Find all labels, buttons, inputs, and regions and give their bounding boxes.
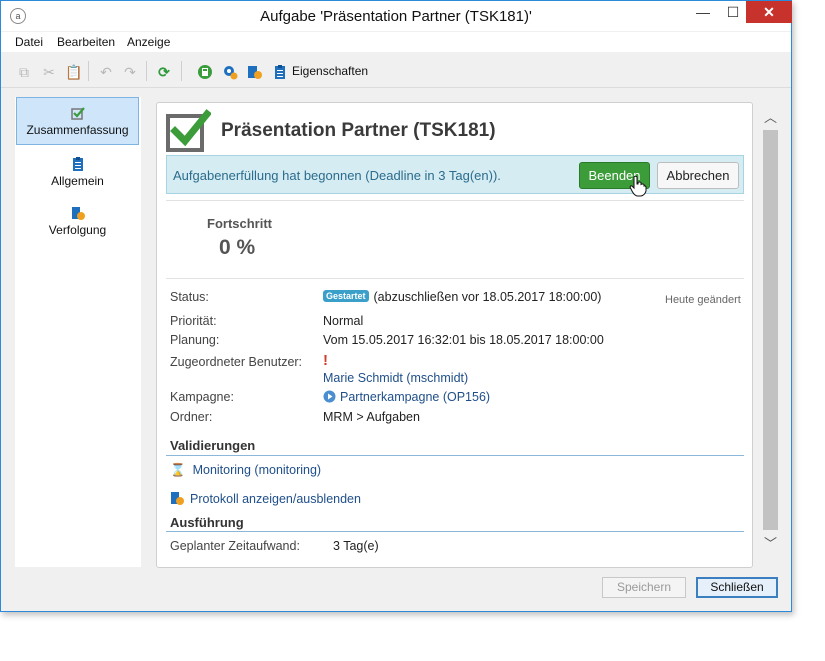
folder-value: MRM > Aufgaben <box>323 410 420 424</box>
toolbar-separator <box>88 61 89 81</box>
close-button[interactable]: Schließen <box>696 577 778 598</box>
close-window-button[interactable]: ✕ <box>746 1 792 23</box>
divider <box>166 278 744 279</box>
status-badge: Gestartet <box>323 290 369 302</box>
undo-icon[interactable]: ↶ <box>98 64 114 80</box>
task-done-check-icon <box>166 109 211 152</box>
window-title: Aufgabe 'Präsentation Partner (TSK181)' <box>260 8 532 25</box>
cut-icon[interactable]: ✂ <box>41 64 57 80</box>
redo-icon[interactable]: ↷ <box>122 64 138 80</box>
title-bar: a Aufgabe 'Präsentation Partner (TSK181)… <box>1 1 792 31</box>
cancel-button[interactable]: Abbrechen <box>657 162 739 189</box>
monitoring-link[interactable]: Monitoring (monitoring) <box>193 463 322 477</box>
tracking-icon <box>71 206 85 220</box>
properties-button[interactable]: Eigenschaften <box>292 64 368 78</box>
validations-heading: Validierungen <box>170 438 256 453</box>
execution-heading: Ausführung <box>170 515 244 530</box>
nav-item-zusammenfassung[interactable]: Zusammenfassung <box>16 97 139 145</box>
status-deadline: (abzuschließen vor 18.05.2017 18:00:00) <box>373 290 602 304</box>
tracking-icon <box>171 492 184 505</box>
folder-label: Ordner: <box>170 410 213 424</box>
campaign-row: Partnerkampagne (OP156) <box>323 390 490 404</box>
task-window: a Aufgabe 'Präsentation Partner (TSK181)… <box>0 0 792 612</box>
assignee-link[interactable]: Marie Schmidt (mschmidt) <box>323 371 468 385</box>
effort-value: 3 Tag(e) <box>333 539 379 553</box>
paste-icon[interactable]: 📋 <box>65 64 82 80</box>
log-toggle-link[interactable]: Protokoll anzeigen/ausblenden <box>190 492 361 506</box>
refresh-icon[interactable]: ⟳ <box>156 64 172 80</box>
section-divider <box>166 455 744 456</box>
maximize-button[interactable]: ☐ <box>718 1 748 23</box>
summary-panel: Präsentation Partner (TSK181) Aufgabener… <box>156 102 753 568</box>
scroll-down-icon[interactable]: ﹀ <box>762 536 779 552</box>
nav-label: Zusammenfassung <box>26 123 129 137</box>
validation-row: ⌛ Monitoring (monitoring) <box>170 463 321 478</box>
copy-icon[interactable]: ⧉ <box>16 64 32 80</box>
nav-item-verfolgung[interactable]: Verfolgung <box>16 198 139 246</box>
calculator-icon[interactable] <box>197 64 213 80</box>
assignee-label: Zugeordneter Benutzer: <box>170 355 303 369</box>
campaign-play-icon <box>323 390 336 403</box>
status-banner: Aufgabenerfüllung hat begonnen (Deadline… <box>166 155 744 197</box>
divider <box>166 200 744 201</box>
menu-bearbeiten[interactable]: Bearbeiten <box>57 35 115 49</box>
campaign-link[interactable]: Partnerkampagne (OP156) <box>340 390 490 404</box>
summary-check-icon <box>70 106 85 120</box>
menu-datei[interactable]: Datei <box>15 35 43 49</box>
menu-bar: Datei Bearbeiten Anzeige <box>1 32 791 52</box>
effort-label: Geplanter Zeitaufwand: <box>170 539 300 553</box>
clipboard-icon[interactable] <box>272 64 288 80</box>
planning-value: Vom 15.05.2017 16:32:01 bis 18.05.2017 1… <box>323 333 604 347</box>
menu-anzeige[interactable]: Anzeige <box>127 35 170 49</box>
toolbar: ⧉ ✂ 📋 ↶ ↷ ⟳ Eigenschaften <box>1 55 791 88</box>
planning-label: Planung: <box>170 333 220 347</box>
progress-label: Fortschritt <box>207 216 272 231</box>
scroll-up-icon[interactable]: ︿ <box>762 110 779 126</box>
progress-value: 0 % <box>219 236 256 259</box>
toolbar-separator <box>146 61 147 81</box>
priority-value: Normal <box>323 314 364 328</box>
changed-text: Heute geändert <box>665 294 741 306</box>
vertical-scrollbar[interactable]: ︿ ﹀ <box>762 98 779 566</box>
settings-icon[interactable] <box>222 64 238 80</box>
nav-label: Verfolgung <box>48 223 107 237</box>
minimize-button[interactable]: — <box>688 1 718 23</box>
hourglass-icon: ⌛ <box>170 463 186 477</box>
nav-label: Allgemein <box>51 174 104 188</box>
nav-item-allgemein[interactable]: Allgemein <box>16 149 139 197</box>
campaign-label: Kampagne: <box>170 390 234 404</box>
save-button[interactable]: Speichern <box>602 577 686 598</box>
toolbar-separator <box>181 61 182 81</box>
priority-label: Priorität: <box>170 314 217 328</box>
banner-text: Aufgabenerfüllung hat begonnen (Deadline… <box>173 168 501 183</box>
clipboard-icon <box>71 157 85 171</box>
scrollbar-thumb[interactable] <box>763 130 778 530</box>
hand-cursor-icon <box>629 175 647 197</box>
alert-icon: ! <box>323 352 328 369</box>
log-toggle-row: Protokoll anzeigen/ausblenden <box>170 491 361 506</box>
tracking-icon[interactable] <box>247 64 263 80</box>
section-divider <box>166 531 744 532</box>
status-value-row: Gestartet (abzuschließen vor 18.05.2017 1… <box>323 290 601 304</box>
task-title: Präsentation Partner (TSK181) <box>221 120 496 141</box>
status-label: Status: <box>170 290 209 304</box>
left-navigation: Zusammenfassung Allgemein Verfolgung <box>15 97 141 567</box>
